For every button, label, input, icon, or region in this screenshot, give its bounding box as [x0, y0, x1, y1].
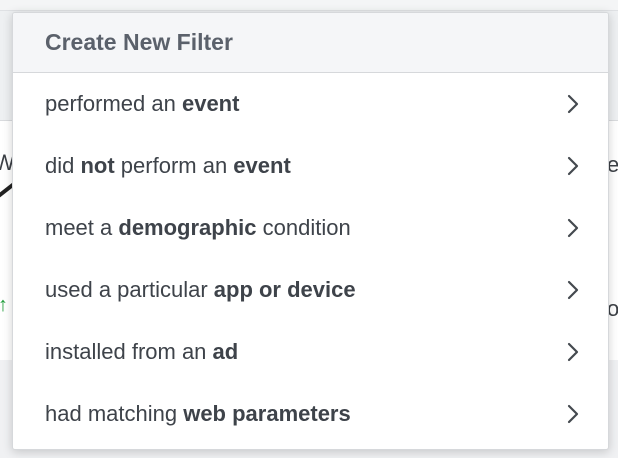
menu-item-label: meet a demographic condition [45, 215, 351, 241]
menu-item-label-part: installed from an [45, 339, 213, 364]
menu-item-app-or-device[interactable]: used a particular app or device [13, 259, 608, 321]
menu-item-label-part: used a particular [45, 277, 214, 302]
menu-item-label-part: perform an [114, 153, 234, 178]
menu-item-label-bold: event [233, 153, 291, 178]
menu-item-list: performed an event did not perform an eve… [13, 73, 608, 445]
menu-item-label: did not perform an event [45, 153, 291, 179]
chevron-right-icon [566, 217, 580, 239]
menu-item-label: performed an event [45, 91, 239, 117]
menu-item-label: installed from an ad [45, 339, 238, 365]
menu-item-label-part: performed an [45, 91, 182, 116]
menu-header: Create New Filter [13, 13, 608, 73]
background-toolbar-edge [0, 0, 618, 11]
menu-item-label-part: meet a [45, 215, 119, 240]
menu-item-demographic-condition[interactable]: meet a demographic condition [13, 197, 608, 259]
menu-item-label: had matching web parameters [45, 401, 351, 427]
menu-item-label-bold: demographic [118, 215, 257, 240]
create-filter-menu: Create New Filter performed an event did … [12, 12, 609, 450]
menu-item-label-part: did [45, 153, 81, 178]
chevron-right-icon [566, 155, 580, 177]
chevron-right-icon [566, 93, 580, 115]
menu-item-label: used a particular app or device [45, 277, 356, 303]
menu-item-performed-event[interactable]: performed an event [13, 73, 608, 135]
menu-item-label-bold: app or device [213, 277, 356, 302]
menu-item-label-part: condition [256, 215, 351, 240]
menu-item-label-bold: event [181, 91, 240, 116]
menu-item-web-parameters[interactable]: had matching web parameters [13, 383, 608, 445]
chevron-right-icon [566, 279, 580, 301]
menu-item-label-bold: ad [212, 339, 239, 364]
menu-item-did-not-perform-event[interactable]: did not perform an event [13, 135, 608, 197]
menu-item-label-bold: not [80, 153, 115, 178]
menu-item-installed-from-ad[interactable]: installed from an ad [13, 321, 608, 383]
menu-title: Create New Filter [45, 29, 233, 55]
chevron-right-icon [566, 341, 580, 363]
up-arrow-icon: ↑ [0, 294, 8, 316]
menu-item-label-bold: web parameters [183, 401, 351, 426]
chevron-right-icon [566, 403, 580, 425]
menu-item-label-part: had matching [45, 401, 184, 426]
